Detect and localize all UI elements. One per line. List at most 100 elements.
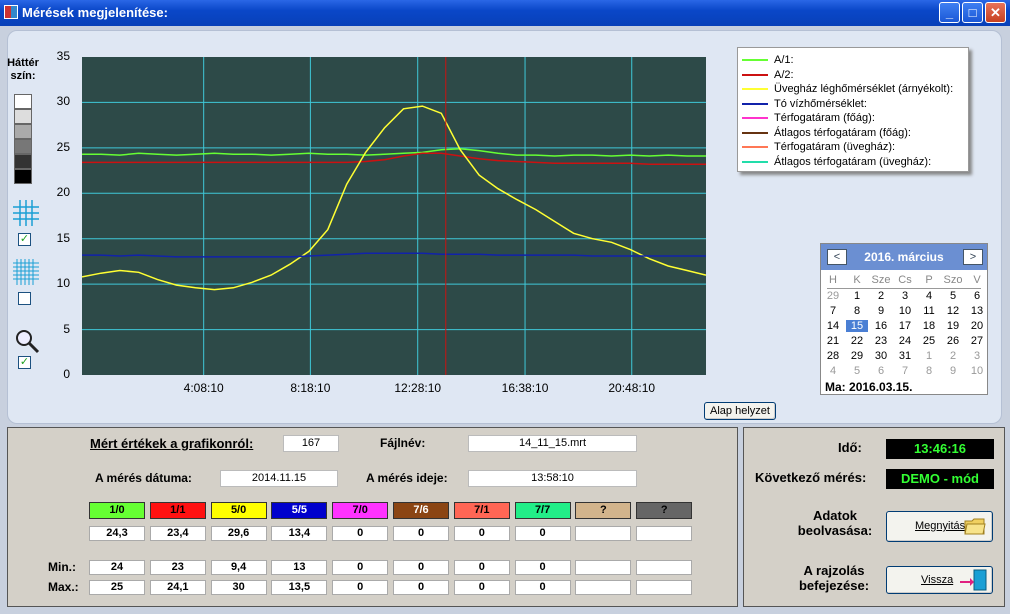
- calendar-day[interactable]: 30: [869, 350, 893, 362]
- channel-chip[interactable]: 5/5: [271, 502, 328, 519]
- calendar-day[interactable]: 18: [917, 320, 941, 332]
- calendar-day[interactable]: 1: [917, 350, 941, 362]
- calendar-day[interactable]: 10: [965, 365, 989, 377]
- reset-view-button[interactable]: Alap helyzet: [704, 402, 776, 420]
- grid-icon[interactable]: [13, 200, 39, 226]
- legend-label: Térfogatáram (üvegház):: [774, 141, 896, 153]
- grid-checkbox[interactable]: ✓: [18, 233, 31, 246]
- bg-swatch-light[interactable]: [14, 109, 32, 124]
- calendar-day[interactable]: 15: [846, 320, 868, 332]
- date-field[interactable]: 2014.11.15: [220, 470, 338, 487]
- time-field[interactable]: 13:58:10: [468, 470, 637, 487]
- calendar-weekday: Szo: [943, 274, 963, 286]
- back-button[interactable]: Vissza: [886, 566, 993, 594]
- legend-label: Tó vízhőmérséklet:: [774, 97, 867, 110]
- current-value-field: 0: [393, 526, 449, 541]
- max-value-field: 0: [514, 580, 571, 595]
- legend-item: Átlagos térfogatáram (főág):: [742, 126, 911, 140]
- legend-item: Térfogatáram (főág):: [742, 111, 875, 125]
- y-tick-label: 5: [63, 321, 70, 336]
- calendar-month-label: 2016. március: [864, 250, 944, 264]
- calendar-prev-button[interactable]: <: [827, 249, 847, 265]
- title-bar: Mérések megjelenítése: _ □ ✕: [0, 0, 1010, 26]
- calendar-day[interactable]: 20: [965, 320, 989, 332]
- max-value-field: 0: [393, 580, 449, 595]
- calendar-day[interactable]: 12: [941, 305, 965, 317]
- calendar-day[interactable]: 1: [845, 290, 869, 302]
- bg-swatch-dark[interactable]: [14, 139, 32, 154]
- bg-swatch-black[interactable]: [14, 169, 32, 184]
- calendar-day[interactable]: 14: [821, 320, 845, 332]
- bg-swatch-mid[interactable]: [14, 124, 32, 139]
- calendar-day[interactable]: 17: [893, 320, 917, 332]
- zoom-checkbox[interactable]: ✓: [18, 356, 31, 369]
- calendar-day[interactable]: 29: [821, 290, 845, 302]
- calendar-day[interactable]: 9: [869, 305, 893, 317]
- clock-display: 13:46:16: [886, 439, 994, 459]
- current-value-field: 29,6: [210, 526, 267, 541]
- calendar-day[interactable]: 8: [845, 305, 869, 317]
- calendar-day[interactable]: 9: [941, 365, 965, 377]
- maximize-button[interactable]: □: [962, 2, 983, 23]
- channel-chip[interactable]: 1/1: [149, 502, 206, 519]
- legend-label: Átlagos térfogatáram (főág):: [774, 126, 911, 139]
- count-field[interactable]: 167: [283, 435, 339, 452]
- dense-grid-icon[interactable]: [13, 259, 39, 285]
- bg-swatch-white[interactable]: [14, 94, 32, 109]
- close-button[interactable]: ✕: [985, 2, 1006, 23]
- calendar-day[interactable]: 11: [917, 305, 941, 317]
- date-label: A mérés dátuma:: [95, 471, 192, 485]
- line-chart[interactable]: [82, 57, 706, 375]
- calendar-day[interactable]: 6: [965, 290, 989, 302]
- bg-swatch-darker[interactable]: [14, 154, 32, 169]
- calendar-day[interactable]: 3: [965, 350, 989, 362]
- calendar-day[interactable]: 25: [917, 335, 941, 347]
- calendar-day[interactable]: 5: [845, 365, 869, 377]
- calendar-day[interactable]: 16: [869, 320, 893, 332]
- calendar-day[interactable]: 13: [965, 305, 989, 317]
- dense-grid-checkbox[interactable]: [18, 292, 31, 305]
- min-value-field: 0: [453, 560, 510, 575]
- minimize-button[interactable]: _: [939, 2, 960, 23]
- legend-item: Tó vízhőmérséklet:: [742, 97, 867, 111]
- calendar-day[interactable]: 26: [941, 335, 965, 347]
- channel-chip[interactable]: 7/7: [514, 502, 571, 519]
- calendar-day[interactable]: 21: [821, 335, 845, 347]
- filename-field[interactable]: 14_11_15.mrt: [468, 435, 637, 452]
- calendar-day[interactable]: 6: [869, 365, 893, 377]
- channel-chip[interactable]: 5/0: [210, 502, 267, 519]
- max-value-field: 13,5: [271, 580, 328, 595]
- current-value-field: 13,4: [271, 526, 328, 541]
- channel-chip[interactable]: 7/0: [332, 502, 389, 519]
- channel-chip[interactable]: 7/6: [393, 502, 449, 519]
- calendar-day[interactable]: 7: [893, 365, 917, 377]
- calendar-day[interactable]: 7: [821, 305, 845, 317]
- channel-chip[interactable]: ?: [575, 502, 632, 519]
- calendar-day[interactable]: 3: [893, 290, 917, 302]
- zoom-icon[interactable]: [14, 328, 40, 354]
- calendar-day[interactable]: 28: [821, 350, 845, 362]
- calendar-day[interactable]: 23: [869, 335, 893, 347]
- calendar-next-button[interactable]: >: [963, 249, 983, 265]
- calendar-day[interactable]: 27: [965, 335, 989, 347]
- next-measure-label: Következő mérés:: [755, 470, 867, 485]
- channel-chip[interactable]: 7/1: [453, 502, 510, 519]
- calendar-today[interactable]: Ma: 2016.03.15.: [825, 380, 912, 394]
- current-value-field: 0: [332, 526, 389, 541]
- channel-chip[interactable]: 1/0: [89, 502, 145, 519]
- calendar-day[interactable]: 2: [941, 350, 965, 362]
- calendar-day[interactable]: 2: [869, 290, 893, 302]
- calendar-day[interactable]: 5: [941, 290, 965, 302]
- calendar-day[interactable]: 8: [917, 365, 941, 377]
- x-tick-label: 20:48:10: [608, 381, 656, 395]
- calendar-day[interactable]: 4: [821, 365, 845, 377]
- calendar-day[interactable]: 10: [893, 305, 917, 317]
- channel-chip[interactable]: ?: [636, 502, 693, 519]
- calendar-day[interactable]: 4: [917, 290, 941, 302]
- open-button[interactable]: Megnyitás: [886, 511, 993, 542]
- calendar-day[interactable]: 22: [845, 335, 869, 347]
- calendar-day[interactable]: 31: [893, 350, 917, 362]
- calendar-day[interactable]: 29: [845, 350, 869, 362]
- calendar-day[interactable]: 24: [893, 335, 917, 347]
- calendar-day[interactable]: 19: [941, 320, 965, 332]
